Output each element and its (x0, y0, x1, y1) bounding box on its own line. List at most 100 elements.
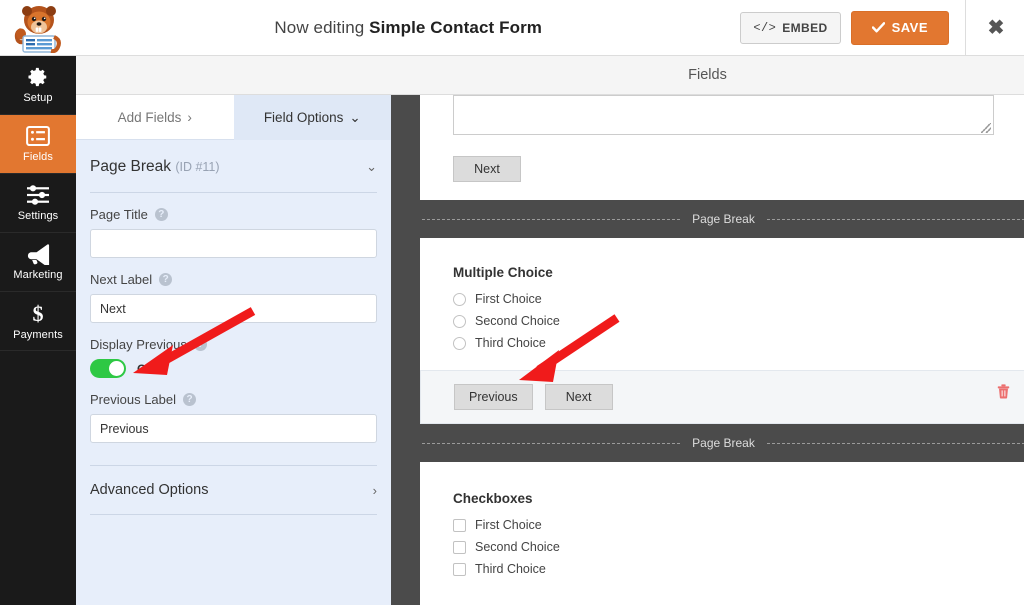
sidebar-item-label: Marketing (13, 269, 63, 281)
option-page-title: Page Title ? (90, 193, 377, 258)
paragraph-text-field[interactable]: Paragraph Text (420, 592, 1024, 605)
chevron-right-icon: › (187, 109, 192, 125)
save-button[interactable]: SAVE (850, 10, 949, 45)
embed-button-label: EMBED (782, 20, 828, 35)
sidebar-item-label: Setup (23, 92, 53, 104)
preview-previous-button[interactable]: Previous (454, 384, 533, 410)
radio-icon[interactable] (453, 314, 466, 328)
option-next-label: Next Label ? (90, 258, 377, 323)
checkbox-icon[interactable] (453, 518, 466, 532)
sidebar-item-label: Payments (13, 328, 63, 341)
choice-label: First Choice (475, 518, 542, 532)
list-item[interactable]: First Choice (453, 292, 994, 306)
next-label-label-text: Next Label (90, 272, 153, 287)
page-break-divider-1[interactable]: Page Break (420, 200, 1024, 238)
field-header[interactable]: Page Break (ID #11) ⌄ (90, 140, 377, 193)
top-bar: Now editing Simple Contact Form </> EMBE… (0, 0, 1024, 56)
trash-icon[interactable] (997, 384, 1010, 402)
sidebar-item-settings[interactable]: Settings (0, 174, 76, 233)
display-previous-label-text: Display Previous (90, 337, 187, 352)
page-break-line-right (766, 442, 1024, 444)
checkbox-icon[interactable] (453, 540, 466, 554)
help-icon[interactable]: ? (159, 273, 173, 286)
chevron-right-icon: › (372, 482, 377, 498)
save-button-label: SAVE (891, 20, 928, 35)
list-item[interactable]: First Choice (453, 518, 994, 532)
radio-icon[interactable] (453, 336, 466, 350)
display-previous-label: Display Previous ? (90, 337, 377, 352)
field-options-panel: Add Fields › Field Options ⌄ Page Break … (76, 56, 391, 605)
embed-button[interactable]: </> EMBED (740, 11, 841, 44)
preview-next-button[interactable]: Next (544, 384, 613, 410)
page-break-line-left (422, 218, 681, 220)
list-item[interactable]: Second Choice (453, 314, 994, 328)
close-icon[interactable]: ✖ (976, 0, 1016, 56)
radio-icon[interactable] (453, 292, 466, 306)
page-break-divider-2[interactable]: Page Break (420, 424, 1024, 462)
sidebar-item-marketing[interactable]: Marketing (0, 233, 76, 292)
field-header-title: Page Break (ID #11) (90, 158, 220, 176)
svg-text:$: $ (32, 302, 43, 325)
tab-field-options-label: Field Options (263, 110, 344, 125)
page-title-input[interactable] (90, 229, 377, 258)
tab-add-fields[interactable]: Add Fields › (76, 95, 234, 140)
list-item[interactable]: Third Choice (453, 562, 994, 576)
check-icon (871, 22, 885, 33)
resize-handle-icon[interactable] (981, 123, 991, 133)
preview-header: Fields (391, 56, 1024, 95)
toolbar-divider (965, 0, 966, 56)
list-icon (26, 125, 50, 147)
page-break-label: Page Break (692, 436, 755, 450)
tab-add-fields-label: Add Fields (117, 109, 182, 125)
toggle-state-label: ON (137, 361, 156, 376)
help-icon[interactable]: ? (193, 338, 207, 351)
next-label-input[interactable] (90, 294, 377, 323)
beaver-logo-icon (14, 5, 61, 53)
previous-label-label-text: Previous Label (90, 392, 176, 407)
help-icon[interactable]: ? (183, 393, 196, 406)
page-break-line-left (422, 442, 681, 444)
megaphone-icon (27, 244, 49, 265)
checkbox-icon[interactable] (453, 562, 466, 576)
page-break-label: Page Break (692, 212, 755, 226)
left-sidebar: Setup Fields Settings Marketing $ Paymen… (0, 56, 76, 605)
choice-label: Third Choice (475, 336, 546, 350)
advanced-options-label: Advanced Options (90, 482, 209, 498)
sidebar-item-setup[interactable]: Setup (0, 56, 76, 115)
preview-header-title: Fields (688, 67, 727, 83)
checkboxes-field[interactable]: Checkboxes First Choice Second Choice Th… (420, 462, 1024, 592)
choice-label: Third Choice (475, 562, 546, 576)
toggle-knob (109, 361, 124, 376)
page-title: Now editing Simple Contact Form (76, 18, 740, 38)
paragraph-textarea[interactable] (453, 95, 994, 135)
display-previous-toggle[interactable] (90, 359, 126, 378)
chevron-down-icon: ⌄ (366, 159, 377, 174)
sliders-icon (27, 185, 49, 205)
gear-icon (28, 67, 47, 87)
next-label-label: Next Label ? (90, 272, 377, 287)
help-icon[interactable]: ? (154, 208, 168, 221)
paragraph-field-top: Next (420, 95, 1024, 200)
choice-label: Second Choice (475, 540, 560, 554)
chevron-down-icon: ⌄ (349, 109, 361, 125)
form-preview: Next Page Break Multiple Choice First Ch… (391, 95, 1024, 605)
page-break-nav-block[interactable]: Previous Next (420, 370, 1024, 424)
advanced-options-row[interactable]: Advanced Options › (90, 466, 377, 515)
page-title-label-text: Page Title (90, 207, 148, 222)
list-item[interactable]: Third Choice (453, 336, 994, 350)
dollar-icon: $ (32, 302, 43, 325)
multiple-choice-field[interactable]: Multiple Choice First Choice Second Choi… (420, 238, 1024, 370)
code-icon: </> (753, 20, 777, 35)
sidebar-item-label: Fields (23, 151, 53, 163)
form-builder-app: Now editing Simple Contact Form </> EMBE… (0, 0, 1024, 605)
previous-label-input[interactable] (90, 414, 377, 443)
sidebar-item-payments[interactable]: $ Payments (0, 292, 76, 351)
preview-next-button-top[interactable]: Next (453, 156, 521, 182)
list-item[interactable]: Second Choice (453, 540, 994, 554)
tab-field-options[interactable]: Field Options ⌄ (233, 95, 391, 140)
sidebar-item-fields[interactable]: Fields (0, 115, 76, 174)
display-previous-toggle-row: ON (90, 359, 377, 378)
multiple-choice-label: Multiple Choice (453, 265, 553, 280)
choice-label: Second Choice (475, 314, 560, 328)
field-id: (ID #11) (175, 160, 220, 174)
